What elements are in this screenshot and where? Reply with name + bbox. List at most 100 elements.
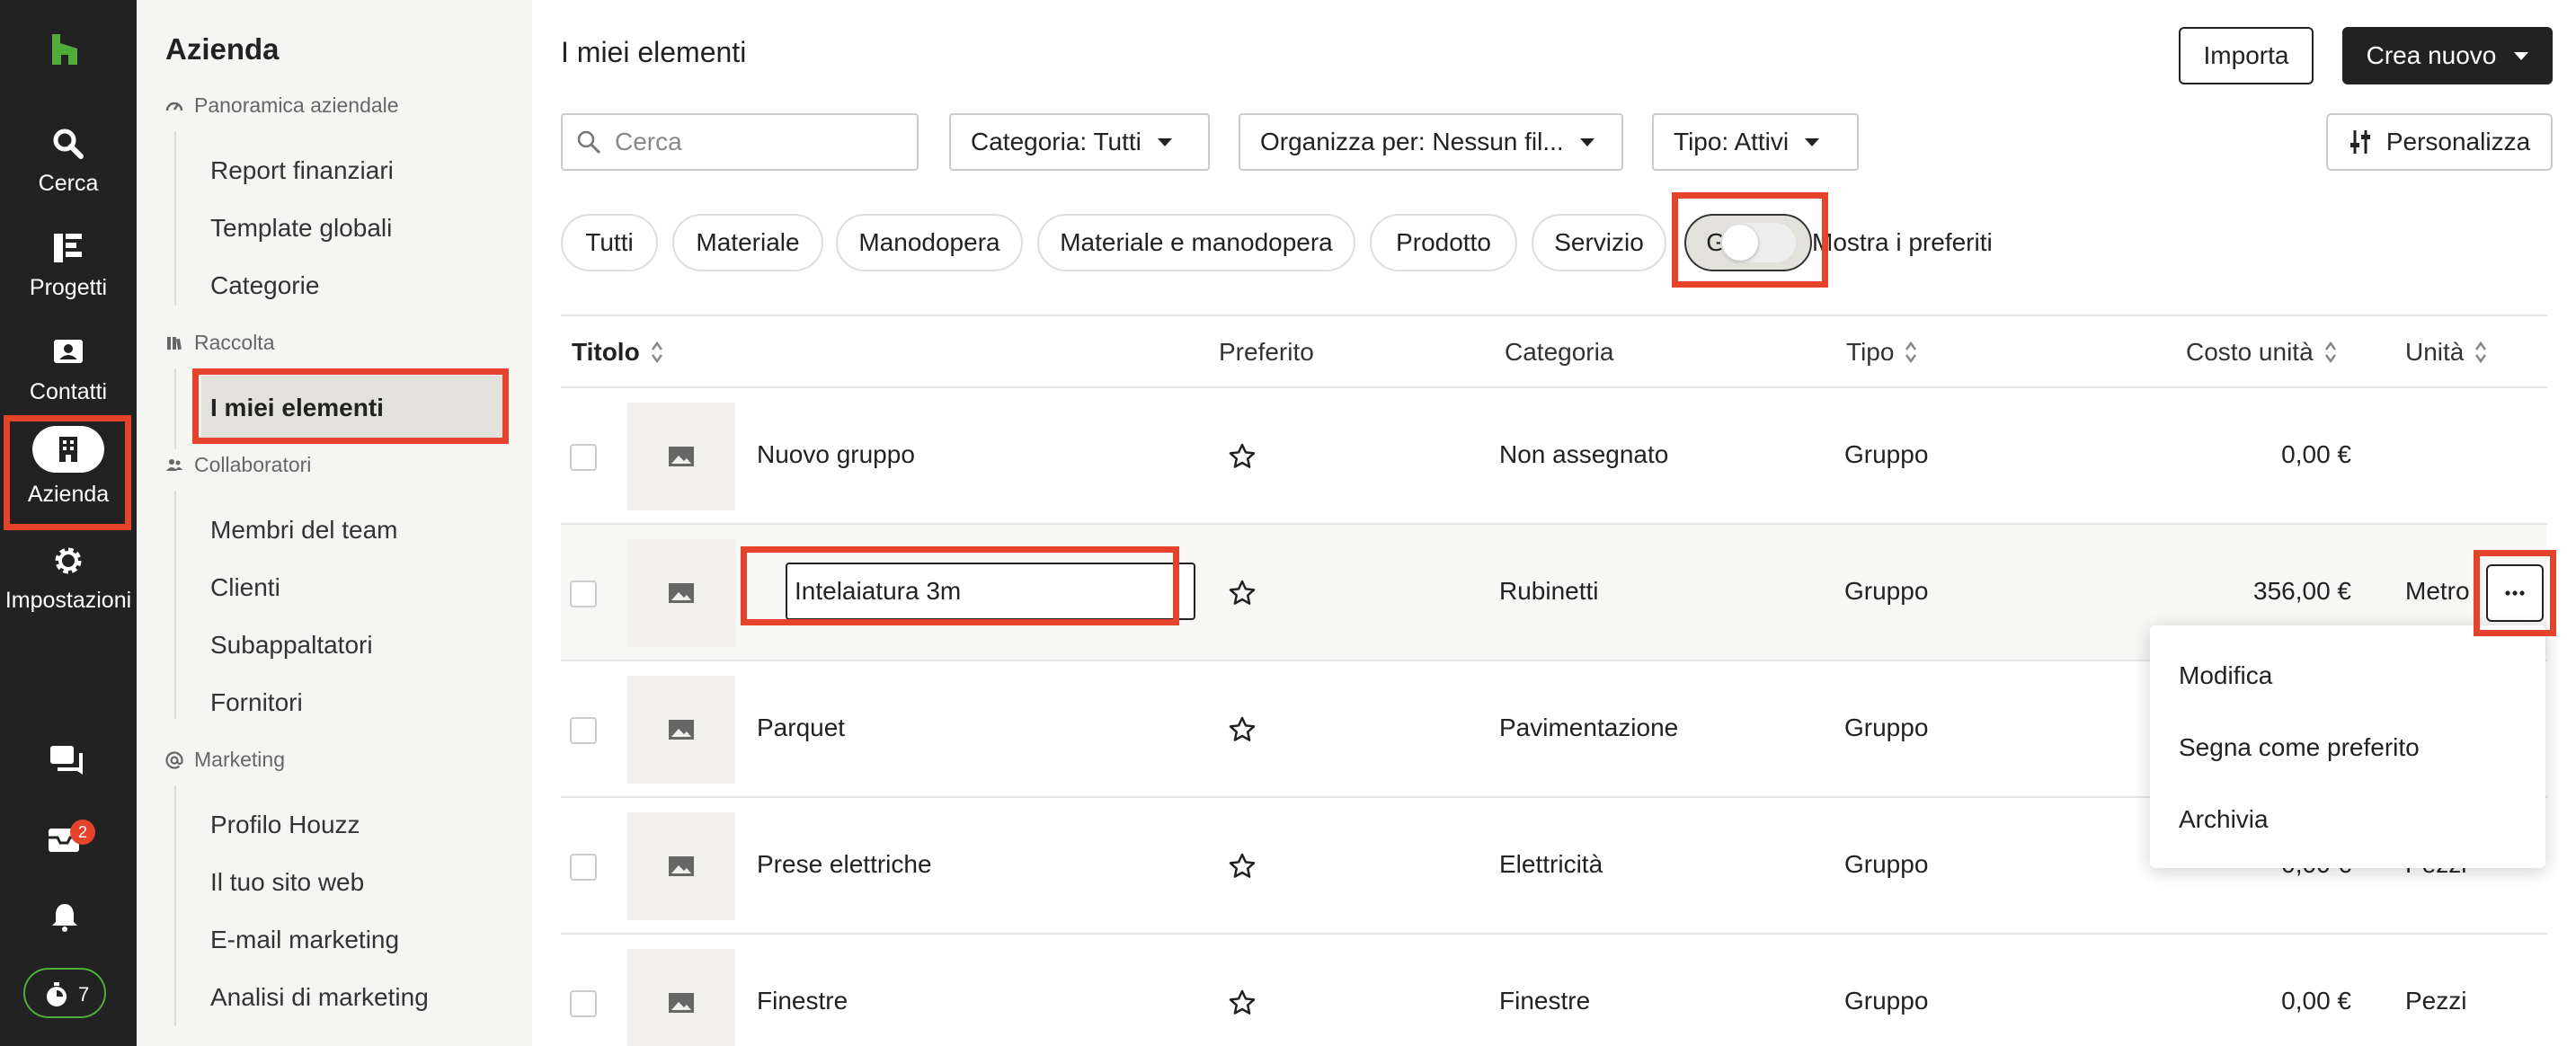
sidebar-section-collection: Raccolta [165, 331, 274, 355]
sliders-icon [2349, 130, 2370, 154]
chip-material-labor[interactable]: Materiale e manodopera [1037, 214, 1355, 271]
sidebar-item-suppliers[interactable]: Fornitori [210, 688, 303, 717]
rail-item-label: Impostazioni [4, 588, 132, 613]
sidebar-item-clients[interactable]: Clienti [210, 573, 280, 602]
sidebar-item-my-items[interactable]: I miei elementi [210, 394, 384, 422]
houzz-logo-icon[interactable] [47, 32, 83, 66]
sort-icon [2324, 341, 2336, 364]
menu-item-archive[interactable]: Archivia [2179, 805, 2269, 834]
sidebar-item-marketing-analytics[interactable]: Analisi di marketing [210, 983, 429, 1012]
category-dropdown[interactable]: Categoria: Tutti [949, 113, 1210, 171]
at-sign-icon [165, 751, 183, 769]
sidebar-item-financial-reports[interactable]: Report finanziari [210, 156, 394, 185]
row-checkbox[interactable] [570, 444, 597, 471]
import-button[interactable]: Importa [2179, 27, 2314, 84]
organize-dropdown[interactable]: Organizza per: Nessun fil... [1239, 113, 1623, 171]
menu-item-mark-favorite[interactable]: Segna come preferito [2179, 733, 2420, 762]
column-title[interactable]: Titolo [572, 338, 663, 367]
rail-item-company[interactable]: Azienda [0, 426, 137, 508]
rail-item-label: Contatti [29, 379, 108, 404]
projects-icon [54, 234, 82, 262]
row-title: Nuovo gruppo [757, 440, 915, 468]
search-icon [53, 129, 84, 159]
customize-label: Personalizza [2385, 128, 2531, 155]
row-type: Gruppo [1844, 440, 1929, 468]
sidebar-tree-line [174, 785, 176, 1026]
chat-icon[interactable] [49, 742, 84, 778]
timer-button[interactable]: 7 [23, 968, 106, 1018]
star-icon[interactable] [1228, 715, 1257, 744]
rail-item-label: Azienda [27, 482, 110, 507]
chip-material[interactable]: Materiale [672, 214, 823, 271]
sidebar-item-houzz-profile[interactable]: Profilo Houzz [210, 811, 360, 839]
image-icon [669, 856, 694, 876]
table-row[interactable]: Nuovo gruppo Non assegnato Gruppo 0,00 € [561, 388, 2547, 525]
row-title-input[interactable] [786, 563, 1195, 620]
search-input[interactable] [615, 128, 884, 156]
column-favorite: Preferito [1219, 338, 1314, 366]
sidebar-tree-line [174, 131, 176, 306]
sidebar-item-subcontractors[interactable]: Subappaltatori [210, 631, 373, 660]
row-title: Finestre [757, 987, 848, 1015]
chevron-down-icon [1579, 137, 1594, 146]
row-checkbox[interactable] [570, 581, 597, 607]
row-more-button[interactable] [2486, 564, 2544, 622]
sort-icon [2475, 341, 2487, 364]
company-sidebar: Azienda Panoramica aziendale Report fina… [137, 0, 532, 1046]
sidebar-item-website[interactable]: Il tuo sito web [210, 868, 364, 897]
column-unit-cost[interactable]: Costo unità [2186, 338, 2337, 367]
row-category: Rubinetti [1499, 577, 1599, 605]
row-title: Prese elettriche [757, 850, 932, 878]
column-unit[interactable]: Unità [2405, 338, 2487, 367]
customize-button[interactable]: Personalizza [2326, 113, 2553, 171]
star-icon[interactable] [1228, 988, 1257, 1017]
app-rail: Cerca Progetti Contatti Azienda Impostaz… [0, 0, 137, 1046]
search-field[interactable] [561, 113, 919, 171]
table-row[interactable]: Finestre Finestre Gruppo 0,00 € Pezzi [561, 935, 2547, 1046]
sidebar-item-team-members[interactable]: Membri del team [210, 516, 398, 545]
create-new-button[interactable]: Crea nuovo [2342, 27, 2553, 84]
image-placeholder [627, 949, 735, 1046]
stopwatch-icon [47, 982, 67, 1006]
rail-item-search[interactable]: Cerca [0, 124, 137, 197]
type-dropdown[interactable]: Tipo: Attivi [1652, 113, 1859, 171]
type-dropdown-label: Tipo: Attivi [1674, 128, 1790, 155]
menu-item-edit[interactable]: Modifica [2179, 661, 2272, 690]
bell-icon[interactable] [49, 900, 81, 933]
row-checkbox[interactable] [570, 717, 597, 744]
star-icon[interactable] [1228, 852, 1257, 881]
image-placeholder [627, 403, 735, 510]
row-unit-cost: 0,00 € [2281, 987, 2351, 1015]
sidebar-title: Azienda [165, 32, 280, 66]
sidebar-item-global-templates[interactable]: Template globali [210, 214, 392, 243]
chip-service[interactable]: Servizio [1532, 214, 1666, 271]
column-type[interactable]: Tipo [1846, 338, 1917, 367]
row-checkbox[interactable] [570, 854, 597, 881]
chip-labor[interactable]: Manodopera [836, 214, 1023, 271]
row-title: Parquet [757, 714, 846, 741]
row-type: Gruppo [1844, 987, 1929, 1015]
image-placeholder [627, 676, 735, 784]
rail-item-projects[interactable]: Progetti [0, 228, 137, 301]
star-icon[interactable] [1228, 442, 1257, 471]
image-icon [669, 993, 694, 1013]
chevron-down-icon [2514, 51, 2529, 60]
building-icon [59, 437, 77, 462]
chip-product[interactable]: Prodotto [1370, 214, 1517, 271]
row-category: Pavimentazione [1499, 714, 1679, 741]
rail-item-settings[interactable]: Impostazioni [0, 541, 137, 614]
contacts-icon [54, 340, 83, 363]
sidebar-item-categories[interactable]: Categorie [210, 271, 319, 300]
rail-item-contacts[interactable]: Contatti [0, 332, 137, 405]
row-checkbox[interactable] [570, 990, 597, 1017]
main-content: I miei elementi Importa Crea nuovo Categ… [532, 0, 2576, 1046]
chip-all[interactable]: Tutti [561, 214, 658, 271]
image-icon [669, 583, 694, 603]
image-icon [669, 447, 694, 466]
row-unit: Pezzi [2405, 987, 2467, 1015]
ellipsis-icon [2505, 590, 2525, 596]
sidebar-item-email-marketing[interactable]: E-mail marketing [210, 926, 399, 954]
favorites-toggle[interactable] [1720, 223, 1796, 262]
column-category: Categoria [1505, 338, 1614, 366]
star-icon[interactable] [1228, 579, 1257, 607]
